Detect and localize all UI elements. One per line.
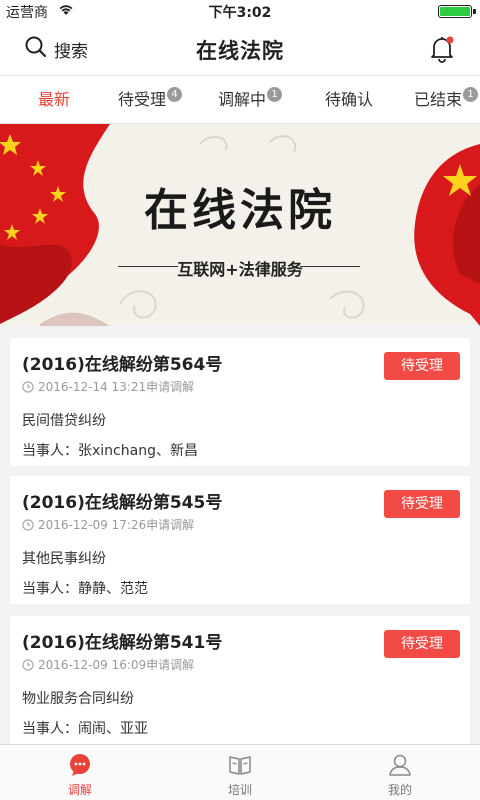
- status-button[interactable]: 待受理: [384, 352, 460, 380]
- case-number: (2016)在线解纷第541号: [22, 633, 223, 653]
- case-number: (2016)在线解纷第545号: [22, 493, 223, 513]
- bottom-tab-bar: 调解 培训 我的: [0, 744, 480, 800]
- tab-label: 已结束: [414, 90, 463, 109]
- clock-icon: [22, 518, 34, 531]
- case-time: 2016-12-09 17:26申请调解: [22, 516, 194, 533]
- case-card[interactable]: (2016)在线解纷第564号 2016-12-14 13:21申请调解 民间借…: [10, 338, 470, 466]
- case-time: 2016-12-14 13:21申请调解: [22, 378, 194, 395]
- bottom-tab-label: 培训: [227, 783, 252, 797]
- banner-divider: [300, 266, 360, 267]
- case-time-text: 2016-12-14 13:21申请调解: [38, 380, 195, 394]
- status-button[interactable]: 待受理: [384, 490, 460, 518]
- status-bar: 运营商 下午3:02: [0, 0, 480, 22]
- case-time: 2016-12-09 16:09申请调解: [22, 656, 194, 673]
- case-card[interactable]: (2016)在线解纷第541号 2016-12-09 16:09申请调解 物业服…: [10, 616, 470, 744]
- status-button[interactable]: 待受理: [384, 630, 460, 658]
- tab-pending-confirmation[interactable]: 待确认: [325, 76, 373, 124]
- user-icon: [388, 753, 412, 777]
- count-badge: 4: [167, 87, 183, 102]
- tab-label: 最新: [38, 90, 71, 109]
- banner[interactable]: 在线法院 互联网+法律服务: [0, 124, 480, 326]
- clock-time: 下午3:02: [208, 5, 272, 21]
- bottom-tab-mine[interactable]: 我的: [360, 745, 440, 800]
- case-list: (2016)在线解纷第564号 2016-12-14 13:21申请调解 民间借…: [0, 326, 480, 744]
- case-parties: 当事人：闹闹、亚亚: [22, 721, 148, 737]
- notification-bell-icon[interactable]: [428, 34, 456, 64]
- case-number: (2016)在线解纷第564号: [22, 355, 223, 375]
- tab-latest[interactable]: 最新: [38, 76, 70, 124]
- case-type: 民间借贷纠纷: [22, 413, 106, 429]
- tab-label: 待确认: [325, 90, 374, 109]
- count-badge: 1: [267, 87, 283, 102]
- tab-closed[interactable]: 已结束 1: [414, 76, 479, 124]
- chat-bubble-icon: [68, 753, 92, 777]
- bottom-tab-label: 我的: [387, 783, 412, 797]
- banner-title: 在线法院: [144, 185, 336, 236]
- tab-label: 待受理: [118, 90, 167, 109]
- nav-bar: 搜索 在线法院: [0, 22, 480, 76]
- clock-icon: [22, 658, 34, 671]
- book-icon: [228, 753, 252, 777]
- case-time-text: 2016-12-09 17:26申请调解: [38, 518, 195, 532]
- case-type: 物业服务合同纠纷: [22, 691, 134, 707]
- bottom-tab-training[interactable]: 培训: [200, 745, 280, 800]
- count-badge: 1: [463, 87, 479, 102]
- case-time-text: 2016-12-09 16:09申请调解: [38, 658, 195, 672]
- battery-icon: [438, 5, 476, 18]
- page-title: 在线法院: [196, 39, 284, 63]
- bottom-tab-mediation[interactable]: 调解: [40, 745, 120, 800]
- tab-mediating[interactable]: 调解中 1: [218, 76, 283, 124]
- case-parties: 当事人：静静、范范: [22, 581, 148, 597]
- case-type: 其他民事纠纷: [22, 551, 106, 567]
- banner-subtitle: 互联网+法律服务: [177, 260, 303, 279]
- tab-label: 调解中: [218, 90, 267, 109]
- case-card[interactable]: (2016)在线解纷第545号 2016-12-09 17:26申请调解 其他民…: [10, 476, 470, 604]
- bottom-tab-label: 调解: [67, 783, 92, 797]
- tab-pending-acceptance[interactable]: 待受理 4: [118, 76, 183, 124]
- case-parties: 当事人：张xinchang、新昌: [22, 443, 198, 459]
- clock-icon: [22, 380, 34, 393]
- status-tabs: 最新 待受理 4 调解中 1 待确认 已结束 1: [0, 76, 480, 124]
